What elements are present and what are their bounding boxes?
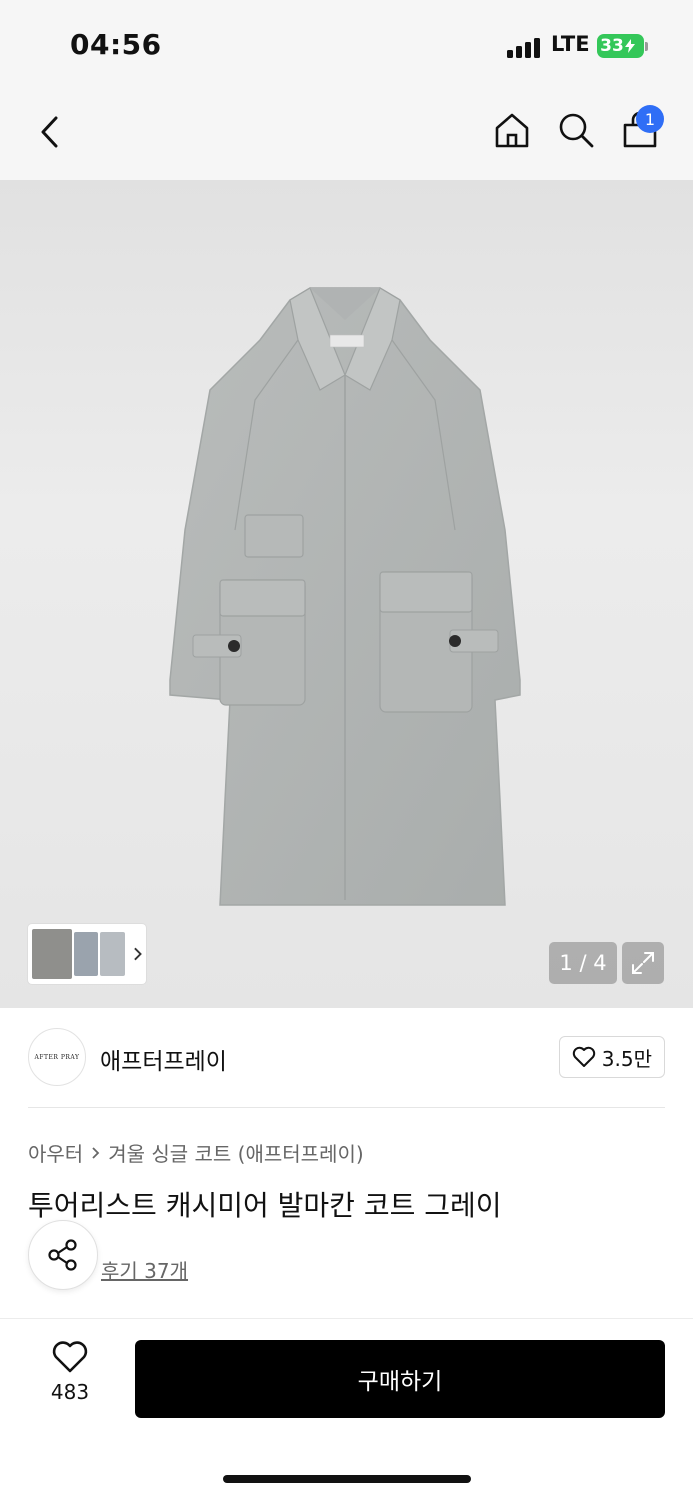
network-type: LTE bbox=[551, 32, 590, 56]
product-image bbox=[169, 287, 521, 906]
chevron-right-icon bbox=[91, 1141, 100, 1165]
product-image-gallery[interactable]: 1 / 4 bbox=[0, 180, 693, 1008]
battery-cap bbox=[645, 42, 648, 51]
brand-logo[interactable]: AFTER PRAY bbox=[28, 1028, 86, 1086]
brand-like-button[interactable]: 3.5만 bbox=[558, 1036, 665, 1078]
status-bar: 04:56 LTE 33 bbox=[0, 0, 693, 90]
share-button[interactable] bbox=[28, 1220, 98, 1290]
chevron-right-icon bbox=[133, 947, 142, 961]
expand-icon[interactable] bbox=[622, 942, 664, 984]
wishlist-count: 483 bbox=[50, 1380, 90, 1404]
brand-like-count: 3.5만 bbox=[601, 1046, 652, 1071]
bottom-bar-divider bbox=[0, 1318, 693, 1319]
status-time: 04:56 bbox=[70, 28, 162, 61]
thumbnail-1[interactable] bbox=[32, 929, 72, 979]
review-link[interactable]: 후기 37개 bbox=[101, 1255, 188, 1284]
thumbnail-3[interactable] bbox=[100, 932, 125, 976]
battery-level: 33 bbox=[600, 36, 624, 56]
breadcrumb-item[interactable]: 아우터 bbox=[28, 1138, 83, 1167]
top-nav: 1 bbox=[0, 90, 693, 180]
share-icon bbox=[48, 1239, 77, 1271]
brand-row: AFTER PRAY 애프터프레이 3.5만 bbox=[28, 1028, 665, 1088]
wishlist-button[interactable]: 483 bbox=[30, 1340, 110, 1420]
home-icon[interactable] bbox=[490, 108, 534, 152]
buy-button[interactable]: 구매하기 bbox=[135, 1340, 665, 1418]
signal-icon bbox=[507, 36, 543, 58]
divider bbox=[28, 1107, 665, 1108]
heart-icon bbox=[52, 1341, 88, 1373]
back-icon[interactable] bbox=[28, 110, 72, 154]
home-indicator bbox=[223, 1475, 471, 1483]
cart-count-badge: 1 bbox=[636, 105, 664, 133]
search-icon[interactable] bbox=[554, 108, 598, 152]
product-title: 투어리스트 캐시미어 발마칸 코트 그레이 bbox=[28, 1189, 502, 1222]
heart-icon bbox=[572, 1046, 595, 1067]
breadcrumb: 아우터 겨울 싱글 코트 (애프터프레이) bbox=[28, 1138, 364, 1167]
breadcrumb-item[interactable]: 겨울 싱글 코트 (애프터프레이) bbox=[108, 1138, 363, 1167]
thumbnail-strip[interactable] bbox=[28, 924, 146, 984]
image-page-counter: 1 / 4 bbox=[549, 942, 617, 984]
brand-name[interactable]: 애프터프레이 bbox=[100, 1042, 227, 1076]
thumbnail-2[interactable] bbox=[73, 932, 99, 976]
battery-icon: 33 bbox=[597, 34, 644, 58]
